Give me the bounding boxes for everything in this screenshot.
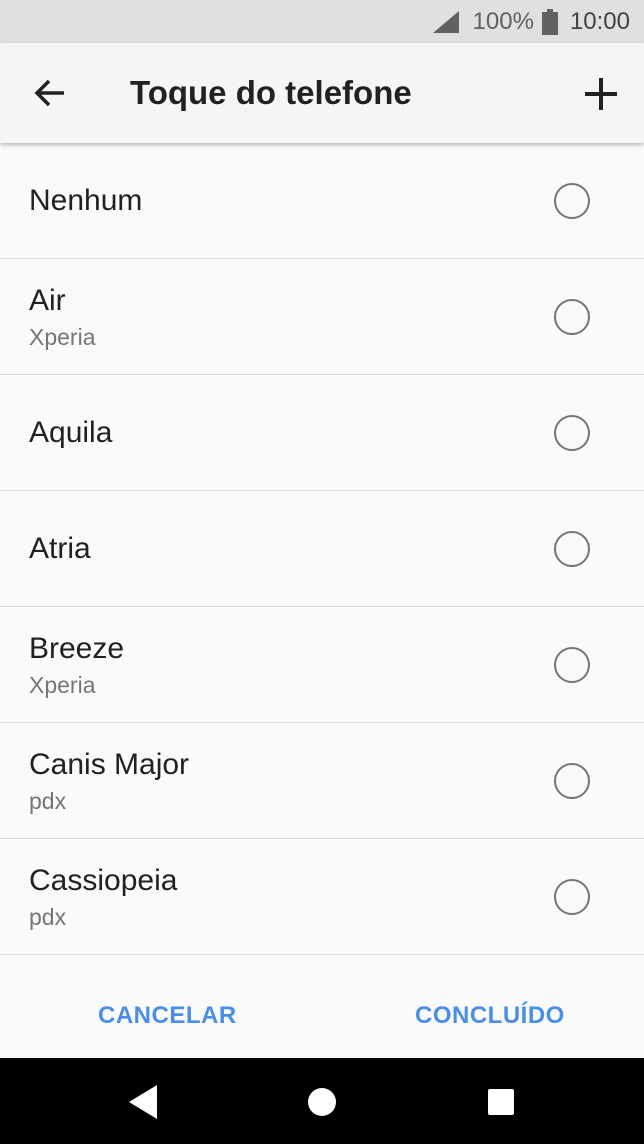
radio-button[interactable] (554, 299, 590, 335)
ringtone-name: Air (29, 284, 66, 317)
ringtone-source: pdx (29, 904, 67, 930)
signal-icon (432, 10, 459, 33)
page-title: Toque do telefone (130, 74, 412, 111)
nav-back-icon[interactable] (121, 1080, 165, 1124)
ringtone-name: Atria (29, 532, 91, 565)
ringtone-source: Xperia (29, 672, 96, 698)
back-arrow-icon[interactable] (30, 73, 70, 113)
ringtone-source: pdx (29, 788, 67, 814)
ringtone-name: Aquila (29, 416, 113, 449)
ringtone-source: Xperia (29, 324, 96, 350)
nav-recents-icon[interactable] (479, 1080, 523, 1124)
battery-percent: 100% (472, 7, 534, 35)
cancel-button[interactable]: CANCELAR (98, 958, 237, 1074)
navigation-bar (0, 1058, 644, 1144)
list-item[interactable]: Aquila (0, 375, 644, 491)
list-item[interactable]: Air Xperia (0, 259, 644, 375)
add-icon[interactable] (580, 73, 622, 115)
done-button[interactable]: CONCLUÍDO (415, 958, 565, 1074)
list-item[interactable]: Canis Major pdx (0, 723, 644, 839)
ringtone-name: Breeze (29, 632, 125, 665)
radio-button[interactable] (554, 763, 590, 799)
ringtone-list: Nenhum Air Xperia Aquila Atria Breeze Xp… (0, 143, 644, 955)
list-item[interactable]: Breeze Xperia (0, 607, 644, 723)
status-bar: 100% 10:00 (0, 0, 644, 43)
radio-button[interactable] (554, 879, 590, 915)
list-item[interactable]: Nenhum (0, 143, 644, 259)
app-bar: Toque do telefone (0, 43, 644, 143)
ringtone-name: Cassiopeia (29, 864, 178, 897)
radio-button[interactable] (554, 415, 590, 451)
list-item[interactable]: Atria (0, 491, 644, 607)
clock: 10:00 (569, 7, 630, 35)
list-item[interactable]: Cassiopeia pdx (0, 839, 644, 955)
ringtone-name: Canis Major (29, 748, 190, 781)
nav-home-icon[interactable] (300, 1080, 344, 1124)
battery-icon (541, 8, 558, 35)
ringtone-name: Nenhum (29, 184, 143, 217)
radio-button[interactable] (554, 183, 590, 219)
radio-button[interactable] (554, 531, 590, 567)
dialog-actions: CANCELAR CONCLUÍDO (0, 958, 644, 1058)
radio-button[interactable] (554, 647, 590, 683)
